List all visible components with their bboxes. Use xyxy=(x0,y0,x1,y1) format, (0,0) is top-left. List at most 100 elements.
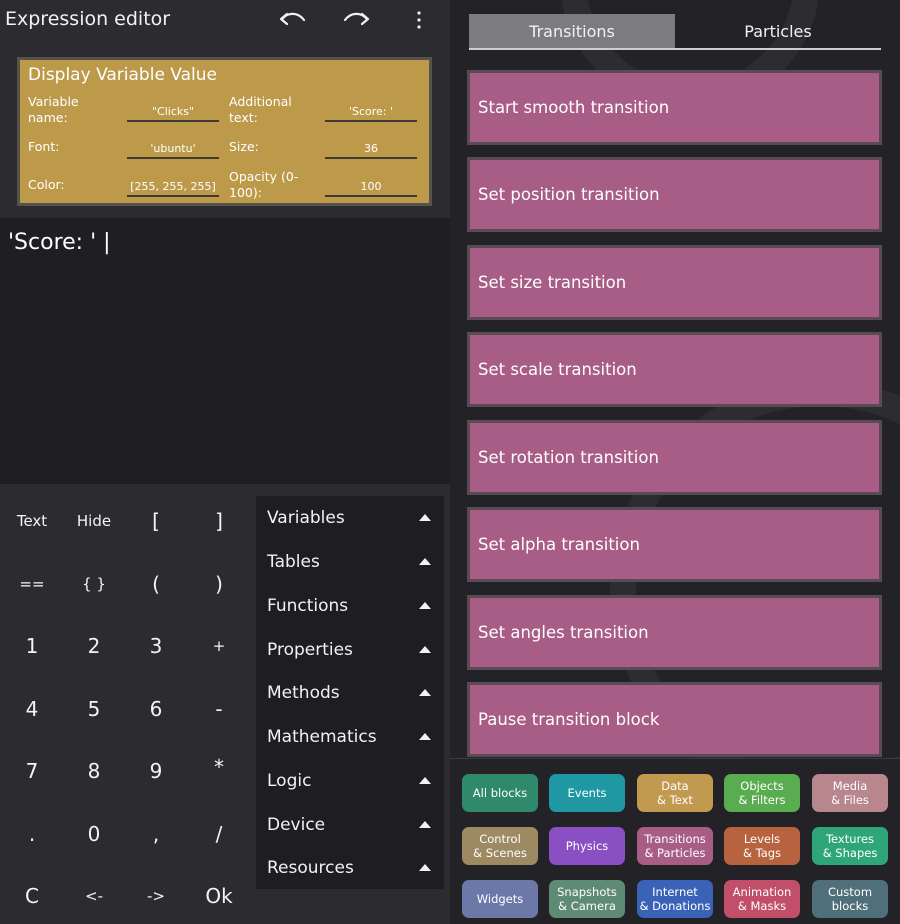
expand-arrow-icon xyxy=(419,646,431,653)
key-equals[interactable]: == xyxy=(1,553,63,615)
palette-snapshots-camera[interactable]: Snapshots & Camera xyxy=(549,880,625,918)
palette-media-files[interactable]: Media & Files xyxy=(812,774,888,812)
category-methods[interactable]: Methods xyxy=(256,671,444,714)
category-functions[interactable]: Functions xyxy=(256,584,444,627)
size-field[interactable]: 36 xyxy=(325,139,417,159)
key-open-paren[interactable]: ( xyxy=(125,553,187,615)
key-ok[interactable]: Ok xyxy=(188,865,250,924)
palette-levels-tags[interactable]: Levels & Tags xyxy=(724,827,800,865)
category-label: Tables xyxy=(267,552,320,572)
palette-control-scenes[interactable]: Control & Scenes xyxy=(462,827,538,865)
category-label: Logic xyxy=(267,771,312,791)
block-label: Set rotation transition xyxy=(478,448,659,467)
palette-internet-donations[interactable]: Internet & Donations xyxy=(637,880,713,918)
palette-data-text[interactable]: Data & Text xyxy=(637,774,713,812)
key-multiply[interactable]: * xyxy=(188,736,250,798)
key-0[interactable]: 0 xyxy=(63,803,125,865)
start-smooth-transition-block[interactable]: Start smooth transition xyxy=(467,70,882,145)
editor-toolbar: Expression editor xyxy=(0,0,450,40)
key-cursor-left[interactable]: <- xyxy=(63,865,125,924)
variable-name-field[interactable]: "Clicks" xyxy=(127,102,219,122)
block-tabs: Transitions Particles xyxy=(469,14,881,50)
block-title: Display Variable Value xyxy=(28,65,217,85)
tab-particles[interactable]: Particles xyxy=(675,14,881,48)
category-properties[interactable]: Properties xyxy=(256,628,444,671)
palette-animation-masks[interactable]: Animation & Masks xyxy=(724,880,800,918)
block-label: Set angles transition xyxy=(478,623,649,642)
category-mathematics[interactable]: Mathematics xyxy=(256,715,444,758)
palette-events[interactable]: Events xyxy=(549,774,625,812)
set-scale-transition-block[interactable]: Set scale transition xyxy=(467,332,882,407)
expression-input-area[interactable]: 'Score: ' | xyxy=(0,218,450,484)
set-position-transition-block[interactable]: Set position transition xyxy=(467,157,882,232)
key-comma[interactable]: , xyxy=(125,803,187,865)
category-resources[interactable]: Resources xyxy=(256,846,444,889)
keypad: Text Hide [ ] == { } ( ) 1 2 3 + 4 5 6 -… xyxy=(0,496,252,924)
category-label: Functions xyxy=(267,596,349,616)
category-logic[interactable]: Logic xyxy=(256,759,444,802)
key-hide[interactable]: Hide xyxy=(63,490,125,552)
palette-objects-filters[interactable]: Objects & Filters xyxy=(724,774,800,812)
tab-transitions[interactable]: Transitions xyxy=(469,14,675,48)
key-8[interactable]: 8 xyxy=(63,740,125,802)
key-clear[interactable]: C xyxy=(1,865,63,924)
key-braces[interactable]: { } xyxy=(63,553,125,615)
block-palette-panel: Transitions Particles Start smooth trans… xyxy=(450,0,900,924)
editor-title: Expression editor xyxy=(5,8,171,30)
key-3[interactable]: 3 xyxy=(125,615,187,677)
key-2[interactable]: 2 xyxy=(63,615,125,677)
category-label: Properties xyxy=(267,640,353,660)
key-close-paren[interactable]: ) xyxy=(188,553,250,615)
key-open-bracket[interactable]: [ xyxy=(125,490,187,552)
palette-physics[interactable]: Physics xyxy=(549,827,625,865)
key-1[interactable]: 1 xyxy=(1,615,63,677)
block-label: Start smooth transition xyxy=(478,98,670,117)
font-field[interactable]: 'ubuntu' xyxy=(127,139,219,159)
key-divide[interactable]: / xyxy=(188,803,250,865)
palette-textures-shapes[interactable]: Textures & Shapes xyxy=(812,827,888,865)
category-tables[interactable]: Tables xyxy=(256,540,444,583)
category-device[interactable]: Device xyxy=(256,803,444,846)
key-period[interactable]: . xyxy=(1,803,63,865)
expression-text: 'Score: ' | xyxy=(8,230,111,255)
category-variables[interactable]: Variables xyxy=(256,496,444,539)
set-rotation-transition-block[interactable]: Set rotation transition xyxy=(467,420,882,495)
key-text[interactable]: Text xyxy=(1,490,63,552)
undo-icon[interactable] xyxy=(278,6,308,34)
additional-text-label: Additional text: xyxy=(229,94,292,125)
category-label: Mathematics xyxy=(267,727,377,747)
block-label: Set position transition xyxy=(478,185,660,204)
palette-transitions-particles[interactable]: Transitions & Particles xyxy=(637,827,713,865)
expand-arrow-icon xyxy=(419,689,431,696)
redo-icon[interactable] xyxy=(341,6,371,34)
palette-all-blocks[interactable]: All blocks xyxy=(462,774,538,812)
opacity-label: Opacity (0-100): xyxy=(229,169,299,200)
block-label: Set size transition xyxy=(478,273,627,292)
expand-arrow-icon xyxy=(419,777,431,784)
display-variable-value-block[interactable]: Display Variable Value Variable name: "C… xyxy=(17,57,432,206)
key-plus[interactable]: + xyxy=(188,615,250,677)
key-4[interactable]: 4 xyxy=(1,678,63,740)
opacity-field[interactable]: 100 xyxy=(325,177,417,197)
key-9[interactable]: 9 xyxy=(125,740,187,802)
set-alpha-transition-block[interactable]: Set alpha transition xyxy=(467,507,882,582)
set-size-transition-block[interactable]: Set size transition xyxy=(467,245,882,320)
category-label: Variables xyxy=(267,508,345,528)
block-label: Pause transition block xyxy=(478,710,660,729)
more-vertical-icon[interactable] xyxy=(404,6,434,34)
key-5[interactable]: 5 xyxy=(63,678,125,740)
key-cursor-right[interactable]: -> xyxy=(125,865,187,924)
color-field[interactable]: [255, 255, 255] xyxy=(127,177,219,197)
set-angles-transition-block[interactable]: Set angles transition xyxy=(467,595,882,670)
expand-arrow-icon xyxy=(419,558,431,565)
key-7[interactable]: 7 xyxy=(1,740,63,802)
palette-widgets[interactable]: Widgets xyxy=(462,880,538,918)
palette-custom-blocks[interactable]: Custom blocks xyxy=(812,880,888,918)
category-label: Device xyxy=(267,815,326,835)
additional-text-field[interactable]: 'Score: ' xyxy=(325,102,417,122)
key-minus[interactable]: - xyxy=(188,678,250,740)
key-close-bracket[interactable]: ] xyxy=(188,490,250,552)
variable-name-label: Variable name: xyxy=(28,94,79,125)
pause-transition-block[interactable]: Pause transition block xyxy=(467,682,882,757)
key-6[interactable]: 6 xyxy=(125,678,187,740)
